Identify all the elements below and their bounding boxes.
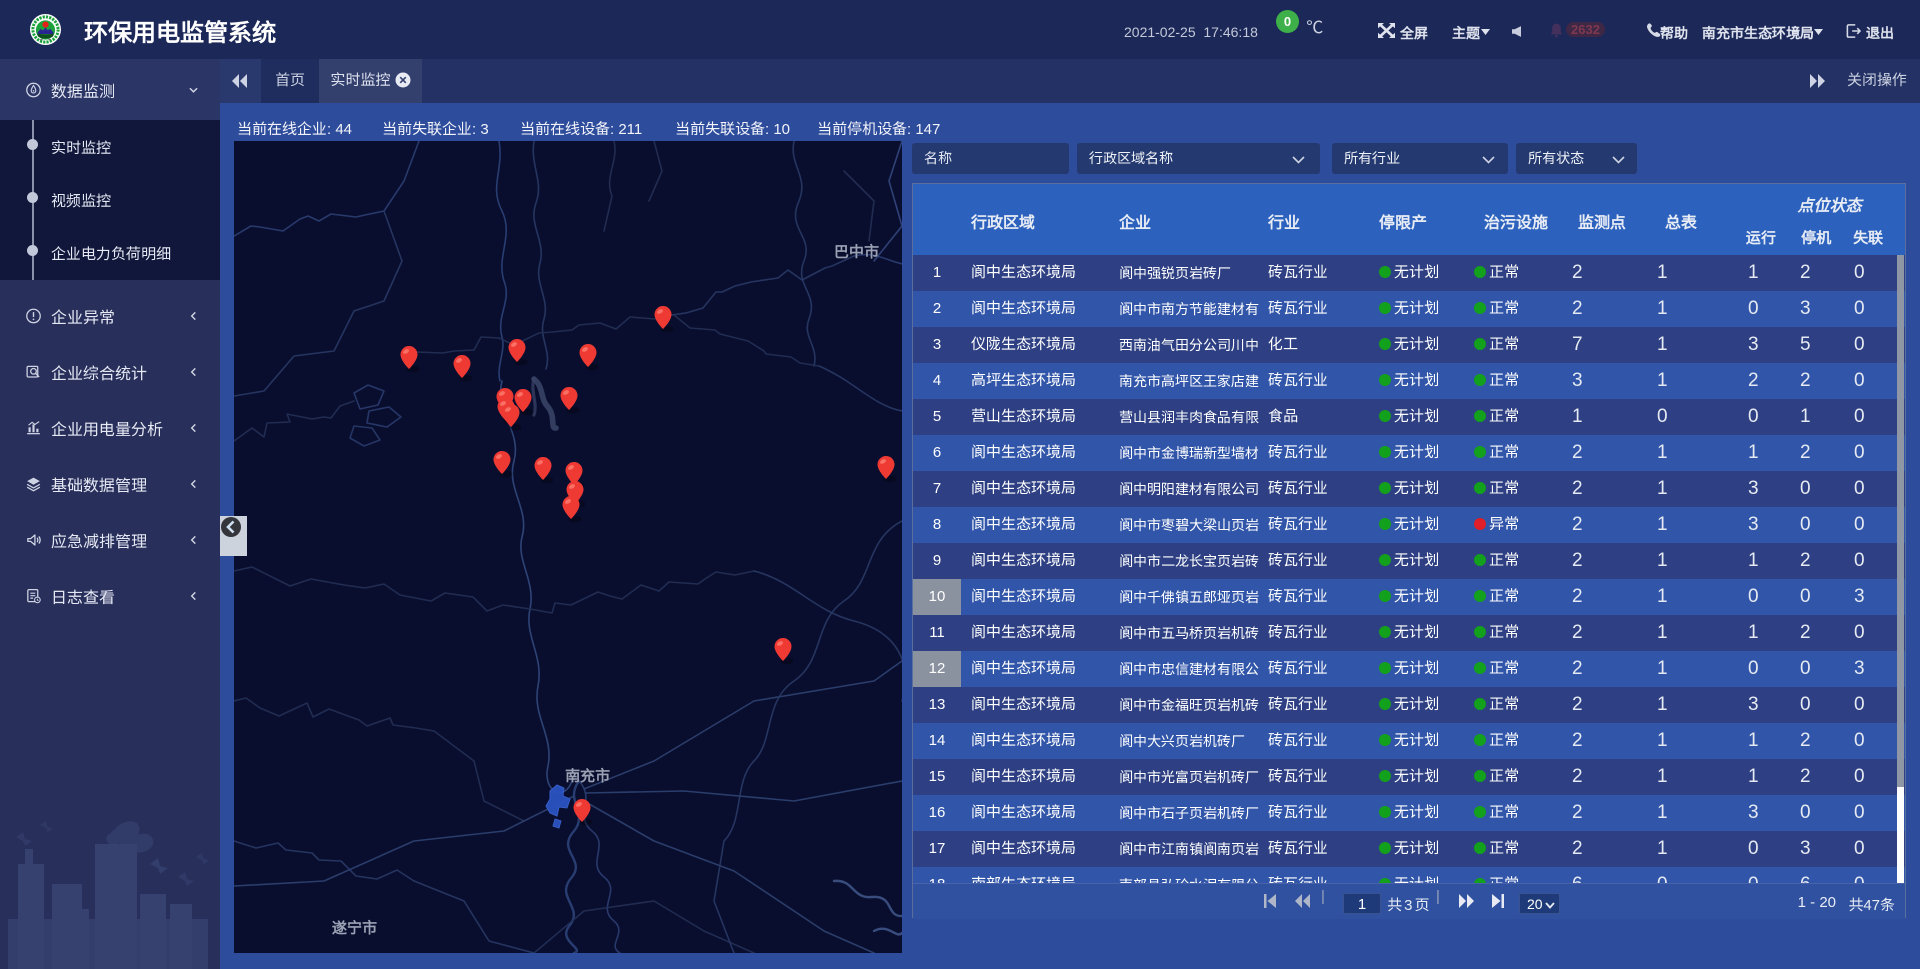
- svg-text:巴中市: 巴中市: [834, 243, 879, 261]
- svg-text:遂宁市: 遂宁市: [332, 919, 377, 937]
- svg-text:南充市: 南充市: [565, 767, 610, 785]
